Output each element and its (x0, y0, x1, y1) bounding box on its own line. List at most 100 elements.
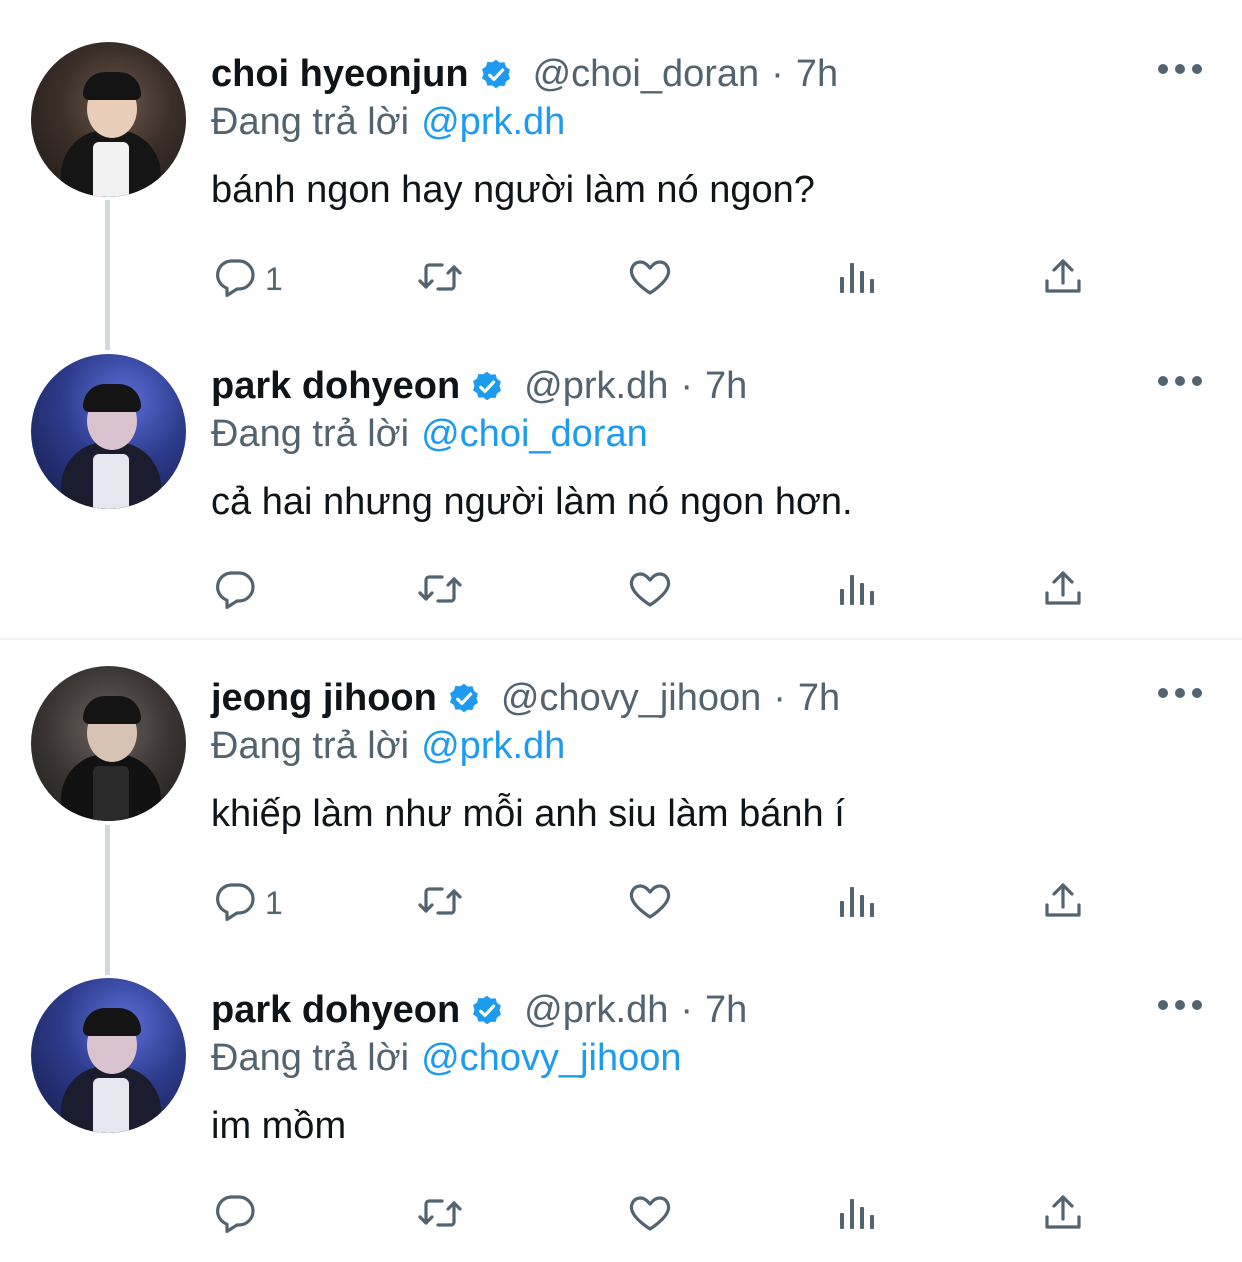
replying-to: Đang trả lời @chovy_jihoon (211, 1034, 682, 1082)
display-name[interactable]: jeong jihoon (211, 677, 437, 720)
share-icon (1039, 1189, 1087, 1242)
share-button[interactable] (1039, 254, 1087, 304)
more-icon-dot (1192, 1000, 1202, 1010)
retweet-icon (416, 565, 464, 618)
replying-to: Đang trả lời @prk.dh (211, 98, 565, 146)
views-icon (833, 253, 881, 306)
share-icon (1039, 877, 1087, 930)
more-icon-dot (1175, 1000, 1185, 1010)
user-handle[interactable]: @choi_doran (533, 53, 760, 96)
thread-connector-line (105, 825, 110, 975)
more-options-button[interactable] (1158, 687, 1202, 699)
thread-divider (0, 638, 1242, 640)
more-icon-dot (1158, 688, 1168, 698)
retweet-button[interactable] (416, 878, 464, 928)
timestamp[interactable]: 7h (796, 53, 838, 96)
tweet-header: park dohyeon @prk.dh · 7h (211, 986, 747, 1034)
replying-to: Đang trả lời @prk.dh (211, 722, 565, 770)
verified-badge-icon (468, 367, 506, 405)
tweet-text: im mồm (211, 1105, 347, 1147)
timestamp[interactable]: 7h (798, 677, 840, 720)
retweet-button[interactable] (416, 254, 464, 304)
avatar-jeong-jihoon[interactable] (31, 666, 186, 821)
share-button[interactable] (1039, 566, 1087, 616)
tweet-text: bánh ngon hay người làm nó ngon? (211, 169, 815, 211)
verified-badge-icon (477, 55, 515, 93)
views-icon (833, 877, 881, 930)
separator-dot: · (680, 364, 694, 407)
avatar-choi-hyeonjun[interactable] (31, 42, 186, 197)
tweet-actions: 1 (211, 254, 1111, 304)
replying-to-label: Đang trả lời (211, 413, 410, 455)
replying-to-handle[interactable]: @prk.dh (421, 101, 565, 143)
reply-icon (211, 253, 259, 306)
display-name[interactable]: park dohyeon (211, 365, 460, 408)
like-button[interactable] (626, 1190, 674, 1240)
user-handle[interactable]: @prk.dh (524, 365, 668, 408)
reply-button[interactable]: 1 (211, 878, 283, 928)
replying-to: Đang trả lời @choi_doran (211, 410, 648, 458)
tweet-actions (211, 1190, 1111, 1240)
more-icon-dot (1192, 688, 1202, 698)
more-options-button[interactable] (1158, 375, 1202, 387)
heart-icon (626, 253, 674, 306)
replying-to-handle[interactable]: @choi_doran (421, 413, 648, 455)
reply-icon (211, 877, 259, 930)
reply-button[interactable] (211, 1190, 259, 1240)
share-icon (1039, 253, 1087, 306)
heart-icon (626, 1189, 674, 1242)
retweet-button[interactable] (416, 566, 464, 616)
tweet-actions (211, 566, 1111, 616)
avatar-park-dohyeon[interactable] (31, 978, 186, 1133)
separator-dot: · (771, 52, 784, 95)
more-icon-dot (1175, 688, 1185, 698)
tweet-actions: 1 (211, 878, 1111, 928)
separator-dot: · (680, 988, 694, 1031)
like-button[interactable] (626, 566, 674, 616)
share-button[interactable] (1039, 878, 1087, 928)
heart-icon (626, 565, 674, 618)
more-options-button[interactable] (1158, 999, 1202, 1011)
reply-count: 1 (265, 884, 283, 921)
retweet-button[interactable] (416, 1190, 464, 1240)
more-icon-dot (1175, 376, 1185, 386)
reply-icon (211, 1189, 259, 1242)
tweet-header: choi hyeonjun @choi_doran · 7h (211, 50, 838, 98)
tweet-header: jeong jihoon @chovy_jihoon · 7h (211, 674, 840, 722)
user-handle[interactable]: @chovy_jihoon (501, 677, 761, 720)
display-name[interactable]: park dohyeon (211, 989, 460, 1032)
thread-connector-line (105, 200, 110, 350)
verified-badge-icon (445, 679, 483, 717)
more-options-button[interactable] (1158, 63, 1202, 75)
retweet-icon (416, 1189, 464, 1242)
like-button[interactable] (626, 254, 674, 304)
separator-dot: · (773, 676, 786, 719)
share-button[interactable] (1039, 1190, 1087, 1240)
display-name[interactable]: choi hyeonjun (211, 53, 469, 96)
reply-button[interactable]: 1 (211, 254, 283, 304)
views-button[interactable] (833, 566, 881, 616)
views-button[interactable] (833, 254, 881, 304)
timestamp[interactable]: 7h (705, 989, 747, 1032)
share-icon (1039, 565, 1087, 618)
avatar-park-dohyeon[interactable] (31, 354, 186, 509)
like-button[interactable] (626, 878, 674, 928)
tweet-header: park dohyeon @prk.dh · 7h (211, 362, 747, 410)
views-button[interactable] (833, 878, 881, 928)
tweet-text: khiếp làm như mỗi anh siu làm bánh í (211, 793, 845, 835)
heart-icon (626, 877, 674, 930)
more-icon-dot (1158, 1000, 1168, 1010)
reply-count: 1 (265, 260, 283, 297)
replying-to-handle[interactable]: @prk.dh (421, 725, 565, 767)
replying-to-handle[interactable]: @chovy_jihoon (421, 1037, 681, 1079)
views-icon (833, 565, 881, 618)
timestamp[interactable]: 7h (705, 365, 747, 408)
views-button[interactable] (833, 1190, 881, 1240)
user-handle[interactable]: @prk.dh (524, 989, 668, 1032)
more-icon-dot (1175, 64, 1185, 74)
more-icon-dot (1158, 376, 1168, 386)
reply-icon (211, 565, 259, 618)
views-icon (833, 1189, 881, 1242)
more-icon-dot (1192, 376, 1202, 386)
reply-button[interactable] (211, 566, 259, 616)
